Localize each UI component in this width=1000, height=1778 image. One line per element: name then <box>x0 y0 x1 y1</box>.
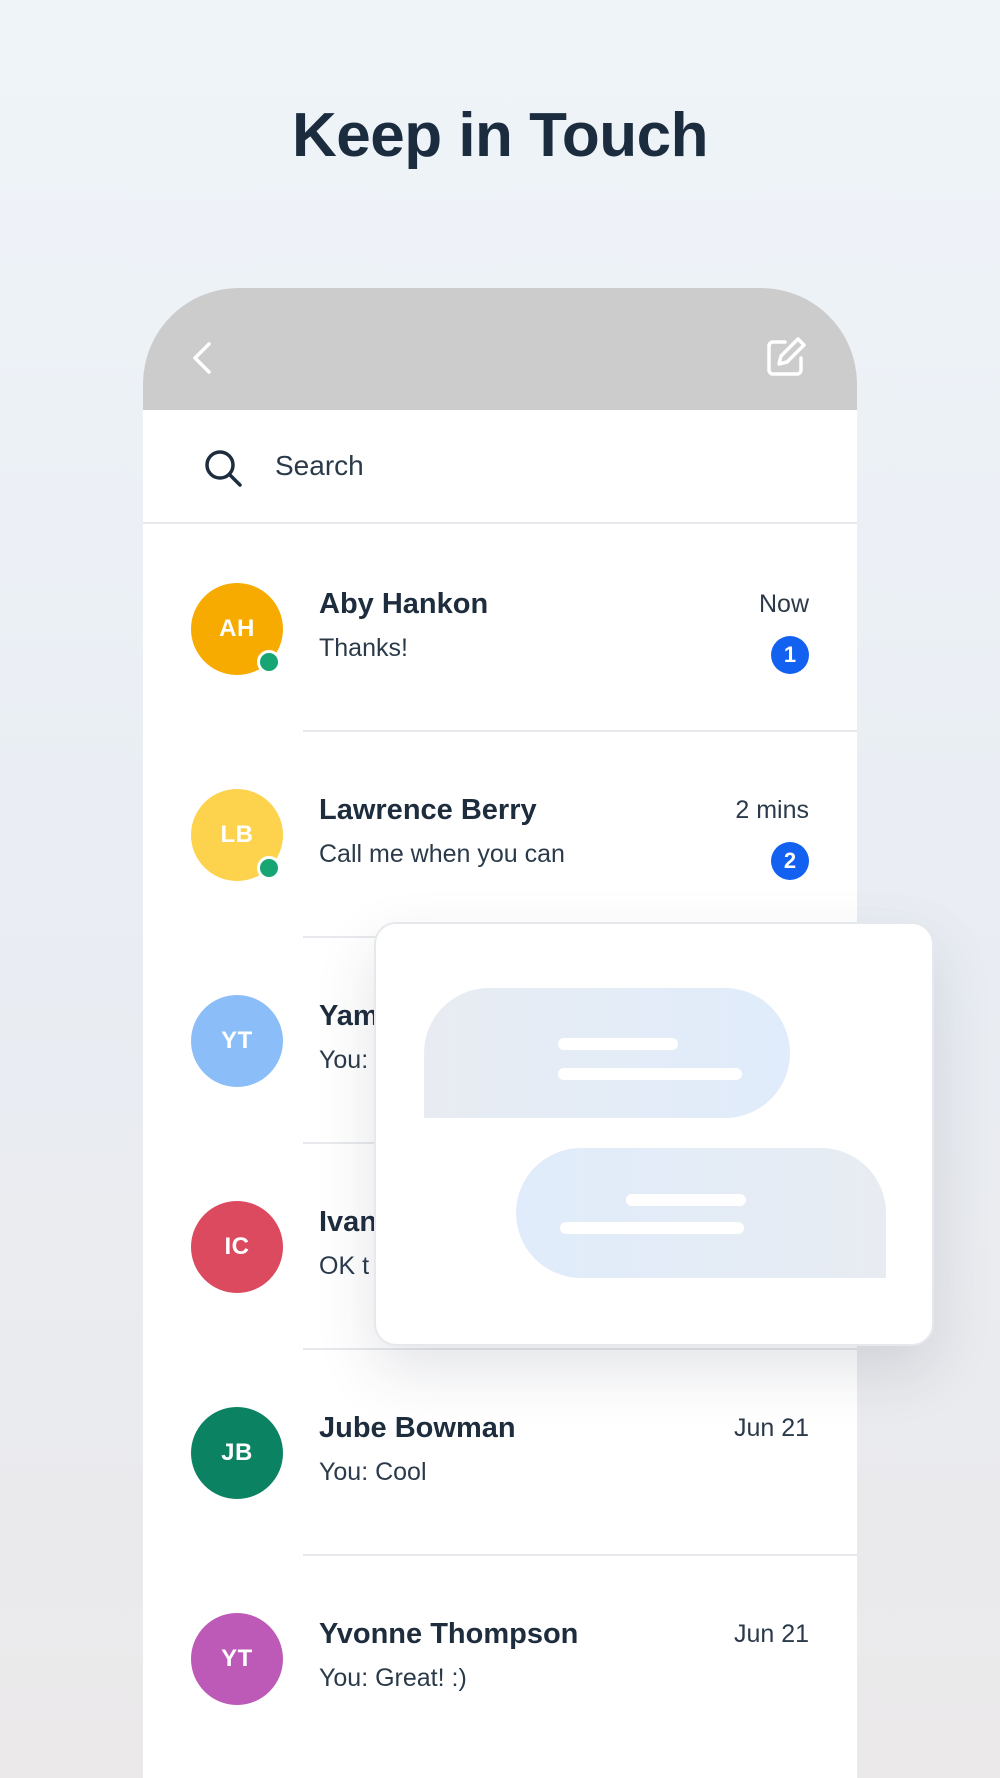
app-header <box>143 288 857 410</box>
outgoing-message-bubble <box>516 1148 886 1278</box>
conversation-item[interactable]: JB Jube Bowman You: Cool Jun 21 <box>143 1350 857 1556</box>
avatar: YT <box>191 995 283 1087</box>
avatar-initials: JB <box>221 1439 253 1466</box>
page-headline: Keep in Touch <box>291 101 709 170</box>
search-bar <box>143 410 857 524</box>
message-preview: You: Cool <box>319 1458 427 1486</box>
contact-name: Lawrence Berry <box>319 794 537 826</box>
incoming-message-bubble <box>424 988 790 1118</box>
message-time: Jun 21 <box>733 1620 809 1648</box>
text-line-placeholder <box>560 1222 744 1234</box>
message-preview: You: Great! :) <box>319 1664 467 1692</box>
unread-badge: 2 <box>771 842 809 880</box>
conversation-item[interactable]: AH Aby Hankon Thanks! Now 1 <box>143 526 857 732</box>
compose-icon[interactable] <box>765 336 807 378</box>
contact-name: Jube Bowman <box>319 1412 516 1444</box>
search-input[interactable] <box>275 440 795 492</box>
text-line-placeholder <box>558 1068 742 1080</box>
contact-name: Yam <box>319 1000 379 1032</box>
avatar-initials: LB <box>220 821 254 848</box>
chat-illustration-card <box>374 922 934 1346</box>
avatar-initials: YT <box>221 1027 253 1054</box>
conversation-item[interactable]: LB Lawrence Berry Call me when you can 2… <box>143 732 857 938</box>
conversation-item[interactable]: YT Yvonne Thompson You: Great! :) Jun 21 <box>143 1556 857 1762</box>
chevron-left-icon[interactable] <box>189 340 215 376</box>
text-line-placeholder <box>558 1038 678 1050</box>
avatar-initials: YT <box>221 1645 253 1672</box>
message-preview: You: <box>319 1046 369 1074</box>
message-preview: OK t <box>319 1252 370 1280</box>
contact-name: Ivan <box>319 1206 378 1238</box>
message-preview: Thanks! <box>319 634 408 662</box>
message-time: Now <box>758 590 809 618</box>
message-preview: Call me when you can <box>319 840 565 868</box>
search-icon <box>205 450 242 487</box>
contact-name: Yvonne Thompson <box>319 1618 579 1650</box>
message-time: 2 mins <box>735 796 809 824</box>
avatar: IC <box>191 1201 283 1293</box>
avatar: JB <box>191 1407 283 1499</box>
unread-badge: 1 <box>771 636 809 674</box>
text-line-placeholder <box>626 1194 746 1206</box>
avatar-initials: AH <box>219 615 255 642</box>
avatar-initials: IC <box>224 1233 250 1260</box>
online-status-dot <box>257 856 281 880</box>
contact-name: Aby Hankon <box>319 588 489 620</box>
avatar: YT <box>191 1613 283 1705</box>
online-status-dot <box>257 650 281 674</box>
message-time: Jun 21 <box>733 1414 809 1442</box>
